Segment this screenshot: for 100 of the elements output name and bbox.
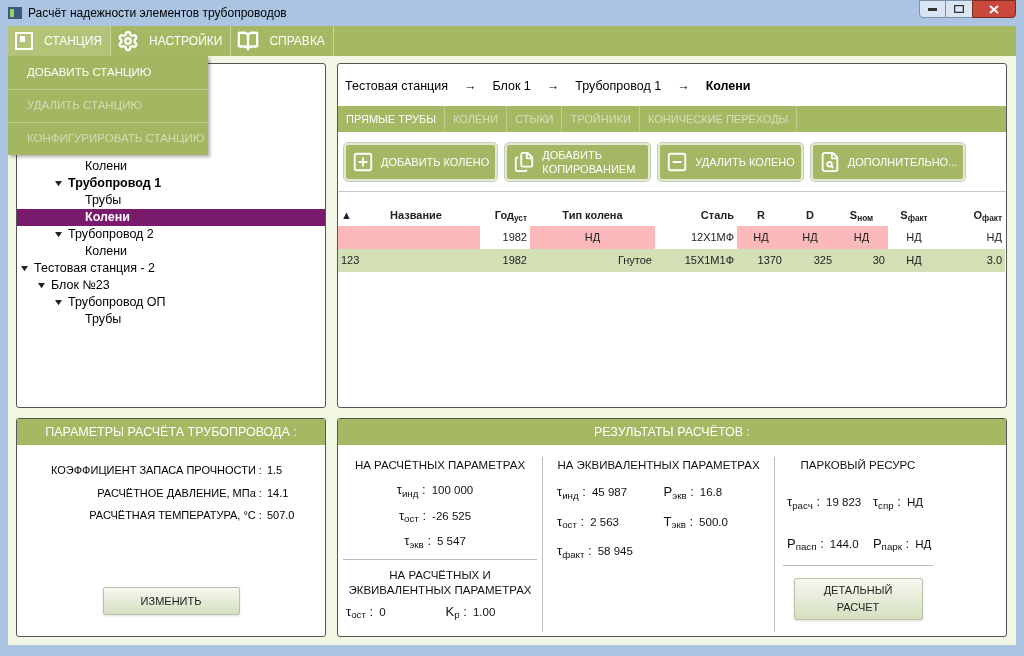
- table-cell[interactable]: 1982: [480, 226, 530, 249]
- table-cell[interactable]: 1982: [480, 249, 530, 272]
- table-cell[interactable]: 123: [338, 249, 480, 272]
- book-icon: [237, 30, 260, 52]
- table-cell[interactable]: НД: [785, 226, 835, 249]
- expanded-triangle-icon[interactable]: [21, 265, 28, 272]
- tree-item[interactable]: Трубы: [17, 192, 325, 209]
- column-header[interactable]: Название: [376, 208, 442, 221]
- parameter-value: 16.8: [699, 485, 723, 501]
- table-cell[interactable]: [338, 226, 480, 249]
- table-cell[interactable]: 325: [785, 249, 835, 272]
- table-cell[interactable]: 12Х1МФ: [655, 226, 737, 249]
- parameter-label: Т$_{экв}$ :: [663, 512, 694, 532]
- close-button[interactable]: [972, 0, 1016, 18]
- table-cell[interactable]: НД: [888, 226, 940, 249]
- breadcrumb-item[interactable]: Колени: [705, 76, 751, 96]
- tree-item[interactable]: Трубопровод ОП: [17, 294, 325, 311]
- expanded-triangle-icon[interactable]: [55, 299, 62, 306]
- app-icon: [8, 7, 22, 19]
- panel-header: ПАРАМЕТРЫ РАСЧЁТА ТРУБОПРОВОДА :: [17, 419, 325, 445]
- breadcrumb-separator: →: [463, 77, 477, 95]
- change-button[interactable]: ИЗМЕНИТЬ: [102, 587, 240, 615]
- tree-item[interactable]: Блок №23: [17, 277, 325, 294]
- expanded-triangle-icon[interactable]: [38, 282, 45, 289]
- tree-item[interactable]: Колени: [17, 158, 325, 175]
- column-header[interactable]: S$_{ном}$: [835, 204, 888, 226]
- table-cell[interactable]: НД: [737, 226, 785, 249]
- column-header[interactable]: R: [737, 204, 785, 226]
- tree-item[interactable]: Колени: [17, 243, 325, 260]
- expanded-triangle-icon[interactable]: [55, 180, 62, 187]
- breadcrumb-separator: →: [677, 77, 690, 95]
- section-title: НА РАСЧЁТНЫХ ПАРАМЕТРАХ: [353, 458, 527, 473]
- close-icon: [989, 4, 999, 14]
- parameter-label: РАСЧЁТНОЕ ДАВЛЕНИЕ, МПа :: [96, 485, 262, 501]
- column-header[interactable]: Год$_{уст}$: [480, 204, 530, 226]
- detailed-calculation-button[interactable]: ДЕТАЛЬНЫЙ РАСЧЕТ: [793, 578, 923, 621]
- maximize-icon: [954, 5, 964, 13]
- minus-icon: [666, 150, 689, 173]
- parameter-value: НД: [906, 495, 923, 511]
- column-header[interactable]: D: [785, 204, 835, 226]
- parameter-label: Р$_{пасп}$ :: [787, 534, 824, 554]
- section-title: НА РАСЧЁТНЫХ И ЭКВИВАЛЕНТНЫХ ПАРАМЕТРАХ: [347, 567, 533, 598]
- parameter-label: τ$_{экв}$ :: [404, 532, 431, 551]
- section-title: ПАРКОВЫЙ РЕСУРС: [799, 458, 917, 473]
- panel-header: РЕЗУЛЬТАТЫ РАСЧЁТОВ :: [338, 419, 1006, 445]
- parameter-label: τ$_{расч}$ :: [787, 493, 821, 512]
- parameter-label: Р$_{парк}$ :: [872, 534, 910, 554]
- tree-item[interactable]: Колени: [17, 209, 325, 226]
- tree-item[interactable]: Трубопровод 2: [17, 226, 325, 243]
- panel-icon: [14, 31, 34, 51]
- minimize-icon: [928, 7, 937, 11]
- sort-arrow[interactable]: ▲: [341, 207, 352, 224]
- column-header[interactable]: S$_{факт}$: [888, 204, 940, 226]
- tree-item[interactable]: Трубопровод 1: [17, 175, 325, 192]
- settings-icon: [117, 30, 140, 52]
- documents-icon: [513, 150, 536, 173]
- breadcrumb-item[interactable]: Блок 1: [492, 76, 531, 96]
- table-cell[interactable]: НД: [530, 226, 655, 249]
- parameter-label: τ$_{спр}$ :: [872, 493, 901, 512]
- parameter-label: τ$_{ост}$ :: [557, 512, 585, 532]
- section-title: НА ЭКВИВАЛЕНТНЫХ ПАРАМЕТРАХ: [556, 458, 761, 473]
- parameter-value: 144.0: [829, 536, 859, 552]
- parameter-value: 19 823: [826, 495, 862, 511]
- parameter-label: РАСЧЁТНАЯ ТЕМПЕРАТУРА, °С :: [88, 508, 262, 523]
- column-header[interactable]: Тип колена: [530, 204, 655, 226]
- parameter-label: τ$_{инд}$ :: [396, 481, 426, 500]
- column-header[interactable]: Сталь: [655, 204, 737, 226]
- parameter-label: K$_{р}$ :: [445, 602, 467, 622]
- expanded-triangle-icon[interactable]: [55, 231, 62, 238]
- minimize-button[interactable]: [919, 0, 946, 18]
- window-title: Расчёт надежности элементов трубопроводов: [28, 5, 287, 22]
- breadcrumb-separator: →: [546, 77, 560, 95]
- maximize-button[interactable]: [946, 0, 972, 18]
- parameter-value: 2 563: [590, 514, 619, 530]
- parameter-value: 1.00: [472, 604, 496, 620]
- tree-item[interactable]: Тестовая станция - 2: [17, 260, 325, 277]
- table-cell[interactable]: 3.0: [940, 249, 1005, 272]
- parameter-label: τ$_{инд}$ :: [557, 483, 586, 502]
- breadcrumb-item[interactable]: Тестовая станция: [345, 76, 448, 96]
- plus-icon: [352, 150, 374, 173]
- table-cell[interactable]: 1370: [737, 249, 785, 272]
- parameter-value: 1.5: [266, 463, 284, 478]
- parameter-value: НД: [915, 536, 932, 552]
- parameter-value: 5 547: [437, 534, 466, 550]
- breadcrumb-item[interactable]: Трубопровод 1: [575, 76, 662, 96]
- parameter-value: -26 525: [432, 508, 472, 524]
- parameter-value: 500.0: [699, 514, 728, 530]
- table-cell[interactable]: НД: [835, 226, 888, 249]
- parameter-value: 507.0: [266, 508, 295, 523]
- column-header[interactable]: О$_{факт}$: [940, 204, 1005, 226]
- table-cell[interactable]: НД: [888, 249, 940, 272]
- tree-item[interactable]: Трубы: [17, 311, 325, 328]
- parameter-value: 100 000: [431, 483, 474, 499]
- parameter-label: τ$_{факт}$ :: [557, 542, 592, 561]
- parameter-label: τ$_{ост}$ :: [346, 602, 374, 622]
- table-cell[interactable]: 30: [835, 249, 888, 272]
- parameter-value: 58 945: [597, 544, 633, 560]
- table-cell[interactable]: 15Х1М1Ф: [655, 249, 737, 272]
- table-cell[interactable]: Гнутое: [530, 249, 655, 272]
- parameter-value: 45 987: [591, 485, 628, 501]
